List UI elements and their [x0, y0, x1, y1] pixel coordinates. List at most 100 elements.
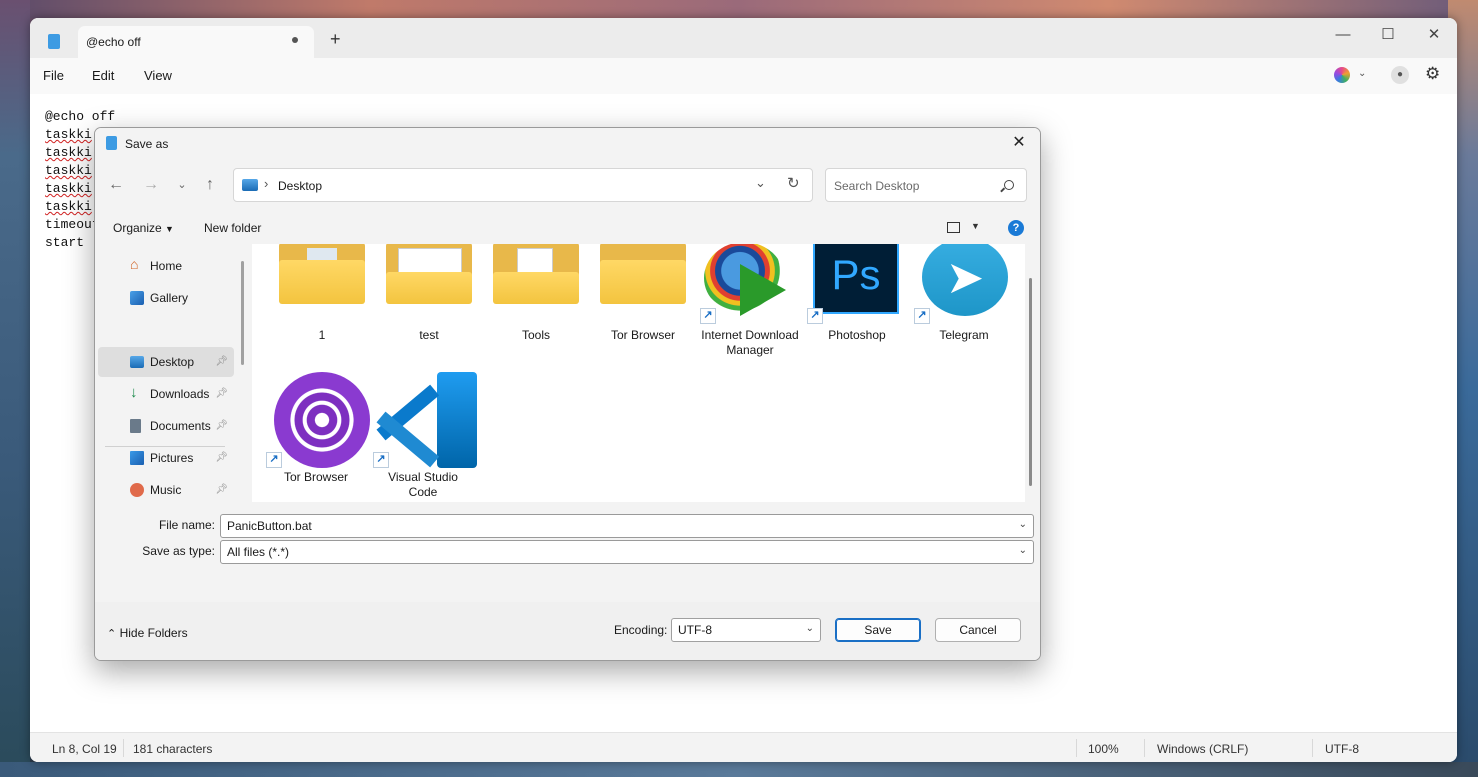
save-as-type-select[interactable]: All files (*.*) ⌄ [220, 540, 1034, 564]
chevron-down-icon[interactable]: ⌄ [1019, 545, 1027, 556]
status-characters: 181 characters [133, 742, 213, 756]
address-bar[interactable]: › Desktop ⌄ ↻ [233, 168, 813, 202]
folder-icon [386, 244, 472, 304]
menu-edit[interactable]: Edit [92, 68, 114, 83]
sidebar-item-home[interactable]: ⌂ Home [98, 251, 234, 281]
back-arrow-icon[interactable]: ← [103, 172, 129, 198]
sidebar-item-pictures[interactable]: Pictures 📌︎ [98, 443, 234, 473]
cancel-button[interactable]: Cancel [935, 618, 1021, 642]
file-item-visual-studio-code[interactable]: ↗ Visual Studio Code [373, 372, 477, 500]
breadcrumb-separator-icon: › [264, 176, 269, 191]
file-label: Photoshop [828, 328, 886, 342]
file-item-folder-tools[interactable]: Tools [486, 244, 586, 352]
file-item-internet-download-manager[interactable]: ↗ Internet Download Manager [700, 244, 800, 372]
folder-icon [600, 244, 686, 304]
sidebar-item-music[interactable]: Music 📌︎ [98, 475, 234, 505]
file-item-folder-test[interactable]: test [379, 244, 479, 352]
pin-icon[interactable]: 📌︎ [215, 356, 228, 367]
forward-arrow-icon[interactable]: → [138, 172, 164, 198]
sidebar-item-downloads[interactable]: ↓ Downloads 📌︎ [98, 379, 234, 409]
close-button[interactable]: ✕ [1411, 22, 1457, 50]
search-placeholder: Search Desktop [834, 179, 920, 193]
file-list-scrollbar[interactable] [1029, 278, 1032, 486]
chevron-down-icon[interactable]: ⌄ [1358, 68, 1366, 79]
up-arrow-icon[interactable]: ↑ [197, 172, 223, 198]
file-item-folder-1[interactable]: 1 [272, 244, 372, 352]
menu-view[interactable]: View [144, 68, 172, 83]
sidebar-item-label: Gallery [150, 291, 189, 305]
status-line-ending[interactable]: Windows (CRLF) [1157, 742, 1248, 756]
pin-icon[interactable]: 📌︎ [215, 420, 228, 431]
settings-gear-icon[interactable]: ⚙ [1425, 64, 1440, 84]
unsaved-dot-icon[interactable] [292, 37, 298, 43]
search-icon[interactable] [1004, 180, 1014, 190]
save-as-dialog: Save as ✕ ← → ⌄ ↑ › Desktop ⌄ ↻ Search D… [94, 127, 1041, 661]
status-zoom[interactable]: 100% [1088, 742, 1119, 756]
file-item-folder-tor-browser[interactable]: Tor Browser [593, 244, 693, 352]
home-icon: ⌂ [130, 256, 139, 272]
organize-label: Organize [113, 221, 162, 235]
file-item-telegram[interactable]: ➤ ↗ Telegram [914, 244, 1014, 352]
documents-icon [130, 419, 141, 433]
hide-folders-label: Hide Folders [119, 626, 188, 640]
shortcut-arrow-icon: ↗ [700, 308, 716, 324]
tor-browser-icon [274, 372, 370, 468]
sidebar-item-documents[interactable]: Documents 📌︎ [98, 411, 234, 441]
help-icon[interactable]: ? [1008, 220, 1024, 236]
encoding-label: Encoding: [614, 623, 668, 637]
save-button[interactable]: Save [835, 618, 921, 642]
file-name-input[interactable]: PanicButton.bat ⌄ [220, 514, 1034, 538]
dialog-close-button[interactable]: ✕ [1004, 131, 1034, 155]
chevron-down-icon[interactable]: ⌄ [806, 623, 814, 634]
new-folder-button[interactable]: New folder [204, 221, 261, 235]
encoding-select[interactable]: UTF-8 ⌄ [671, 618, 821, 642]
hide-folders-button[interactable]: ⌃ Hide Folders [107, 626, 188, 640]
sidebar-item-gallery[interactable]: Gallery [98, 283, 234, 313]
wallpaper-bottom [0, 762, 1478, 777]
status-encoding[interactable]: UTF-8 [1325, 742, 1359, 756]
status-divider [1144, 739, 1145, 757]
shortcut-arrow-icon: ↗ [807, 308, 823, 324]
view-options-icon[interactable] [947, 222, 960, 233]
desktop-icon [130, 356, 144, 368]
file-label: 1 [318, 328, 326, 342]
address-dropdown-chevron-icon[interactable]: ⌄ [755, 175, 766, 191]
status-bar: Ln 8, Col 19 181 characters 100% Windows… [30, 732, 1457, 762]
sidebar-item-label: Desktop [150, 355, 195, 369]
pin-icon[interactable]: 📌︎ [215, 452, 228, 463]
shortcut-arrow-icon: ↗ [266, 452, 282, 468]
copilot-icon[interactable] [1334, 67, 1350, 83]
dialog-title: Save as [125, 137, 169, 151]
chevron-up-icon: ⌃ [107, 628, 117, 640]
chevron-down-icon[interactable]: ⌄ [1019, 519, 1027, 530]
pin-icon[interactable]: 📌︎ [215, 484, 228, 495]
photoshop-icon: Ps [813, 244, 899, 314]
search-box[interactable]: Search Desktop [825, 168, 1027, 202]
notepad-titlebar: @echo off + — ☐ ✕ [30, 18, 1457, 58]
sidebar-item-label: Documents [150, 419, 211, 433]
maximize-button[interactable]: ☐ [1365, 22, 1411, 50]
file-label: Visual Studio Code [388, 470, 458, 499]
recent-locations-chevron-icon[interactable]: ⌄ [169, 172, 195, 198]
nav-scrollbar[interactable] [241, 261, 244, 365]
breadcrumb-desktop[interactable]: Desktop [278, 179, 322, 193]
wallpaper-left [0, 0, 30, 777]
file-list[interactable]: 1 test Tools Tor Browser ↗ Internet Down… [252, 244, 1025, 502]
file-item-tor-browser[interactable]: ↗ Tor Browser [266, 372, 370, 492]
pin-icon[interactable]: 📌︎ [215, 388, 228, 399]
minimize-button[interactable]: — [1320, 22, 1366, 50]
shortcut-arrow-icon: ↗ [373, 452, 389, 468]
tab-echo-off[interactable]: @echo off [78, 26, 314, 58]
account-icon[interactable]: ● [1391, 66, 1409, 84]
notepad-app-icon [106, 136, 117, 150]
organize-button[interactable]: Organize ▼ [113, 221, 174, 235]
sidebar-item-desktop[interactable]: Desktop 📌︎ [98, 347, 234, 377]
view-options-chevron-icon[interactable]: ▼ [971, 221, 980, 231]
sidebar-item-label: Music [150, 483, 182, 497]
wallpaper-top [0, 0, 1478, 18]
new-tab-button[interactable]: + [330, 30, 341, 48]
menu-file[interactable]: File [43, 68, 64, 83]
refresh-icon[interactable]: ↻ [787, 174, 800, 192]
file-item-photoshop[interactable]: Ps ↗ Photoshop [807, 244, 907, 352]
dialog-titlebar: Save as ✕ [95, 128, 1040, 158]
